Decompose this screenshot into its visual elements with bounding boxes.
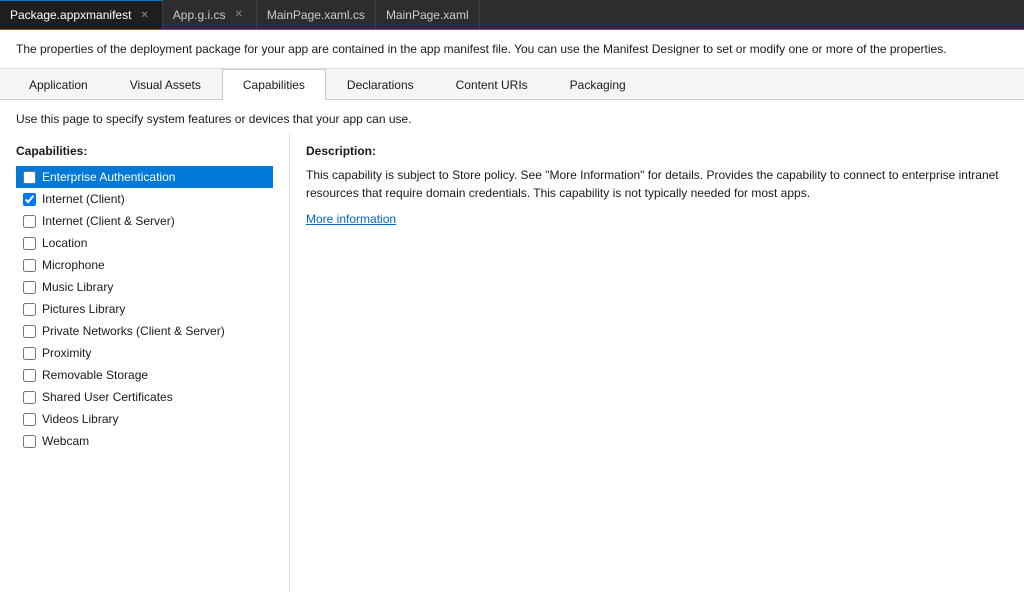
- checkbox-internet-client-server[interactable]: [23, 215, 36, 228]
- tab-mainpage-xaml[interactable]: MainPage.xaml: [376, 0, 480, 29]
- label-proximity: Proximity: [42, 346, 91, 360]
- checkbox-videos-library[interactable]: [23, 413, 36, 426]
- tab-package-manifest[interactable]: Package.appxmanifest ✕: [0, 0, 163, 29]
- description-text: This capability is subject to Store poli…: [306, 166, 1008, 202]
- capability-internet-client-server[interactable]: Internet (Client & Server): [16, 210, 273, 232]
- capability-location[interactable]: Location: [16, 232, 273, 254]
- label-shared-user-certs: Shared User Certificates: [42, 390, 173, 404]
- checkbox-shared-user-certs[interactable]: [23, 391, 36, 404]
- content-area: Capabilities: Enterprise Authentication I…: [0, 134, 1024, 592]
- capability-shared-user-certs[interactable]: Shared User Certificates: [16, 386, 273, 408]
- label-pictures-library: Pictures Library: [42, 302, 125, 316]
- nav-tab-application[interactable]: Application: [8, 69, 109, 100]
- capability-webcam[interactable]: Webcam: [16, 430, 273, 452]
- label-internet-client-server: Internet (Client & Server): [42, 214, 175, 228]
- checkbox-private-networks[interactable]: [23, 325, 36, 338]
- checkbox-removable-storage[interactable]: [23, 369, 36, 382]
- capability-internet-client[interactable]: Internet (Client): [16, 188, 273, 210]
- nav-tab-declarations[interactable]: Declarations: [326, 69, 435, 100]
- checkbox-internet-client[interactable]: [23, 193, 36, 206]
- capability-microphone[interactable]: Microphone: [16, 254, 273, 276]
- checkbox-microphone[interactable]: [23, 259, 36, 272]
- label-location: Location: [42, 236, 87, 250]
- label-music-library: Music Library: [42, 280, 113, 294]
- label-private-networks: Private Networks (Client & Server): [42, 324, 225, 338]
- label-webcam: Webcam: [42, 434, 89, 448]
- nav-tabs: ApplicationVisual AssetsCapabilitiesDecl…: [0, 69, 1024, 100]
- more-info-link[interactable]: More information: [306, 212, 396, 226]
- capabilities-title: Capabilities:: [16, 144, 273, 158]
- label-removable-storage: Removable Storage: [42, 368, 148, 382]
- capabilities-list: Enterprise Authentication Internet (Clien…: [16, 166, 273, 452]
- label-internet-client: Internet (Client): [42, 192, 125, 206]
- tab-mainpage-xaml-cs[interactable]: MainPage.xaml.cs: [257, 0, 376, 29]
- nav-tab-capabilities[interactable]: Capabilities: [222, 69, 326, 100]
- tab-app-gi-cs[interactable]: App.g.i.cs ✕: [163, 0, 257, 29]
- nav-tab-visual-assets[interactable]: Visual Assets: [109, 69, 222, 100]
- checkbox-enterprise-auth[interactable]: [23, 171, 36, 184]
- checkbox-music-library[interactable]: [23, 281, 36, 294]
- capability-private-networks[interactable]: Private Networks (Client & Server): [16, 320, 273, 342]
- nav-tab-packaging[interactable]: Packaging: [549, 69, 647, 100]
- info-bar: The properties of the deployment package…: [0, 30, 1024, 69]
- description-panel: Description: This capability is subject …: [290, 134, 1024, 592]
- capability-proximity[interactable]: Proximity: [16, 342, 273, 364]
- page-description: Use this page to specify system features…: [0, 100, 1024, 134]
- tab-bar: Package.appxmanifest ✕ App.g.i.cs ✕ MainPage…: [0, 0, 1024, 30]
- capability-music-library[interactable]: Music Library: [16, 276, 273, 298]
- capability-enterprise-auth[interactable]: Enterprise Authentication: [16, 166, 273, 188]
- label-videos-library: Videos Library: [42, 412, 119, 426]
- checkbox-pictures-library[interactable]: [23, 303, 36, 316]
- capabilities-panel: Capabilities: Enterprise Authentication I…: [0, 134, 290, 592]
- tab-label-package-manifest: Package.appxmanifest: [10, 8, 131, 22]
- capability-pictures-library[interactable]: Pictures Library: [16, 298, 273, 320]
- label-enterprise-auth: Enterprise Authentication: [42, 170, 175, 184]
- label-microphone: Microphone: [42, 258, 105, 272]
- description-title: Description:: [306, 144, 1008, 158]
- checkbox-proximity[interactable]: [23, 347, 36, 360]
- nav-tab-content-uris[interactable]: Content URIs: [435, 69, 549, 100]
- tab-close-app-gi-cs[interactable]: ✕: [232, 8, 246, 21]
- capability-removable-storage[interactable]: Removable Storage: [16, 364, 273, 386]
- checkbox-webcam[interactable]: [23, 435, 36, 448]
- tab-label-mainpage-xaml: MainPage.xaml: [386, 8, 469, 22]
- main-content: The properties of the deployment package…: [0, 30, 1024, 592]
- checkbox-location[interactable]: [23, 237, 36, 250]
- tab-label-mainpage-xaml-cs: MainPage.xaml.cs: [267, 8, 365, 22]
- capability-videos-library[interactable]: Videos Library: [16, 408, 273, 430]
- tab-close-package-manifest[interactable]: ✕: [137, 9, 151, 22]
- tab-label-app-gi-cs: App.g.i.cs: [173, 8, 226, 22]
- info-bar-text: The properties of the deployment package…: [16, 42, 947, 56]
